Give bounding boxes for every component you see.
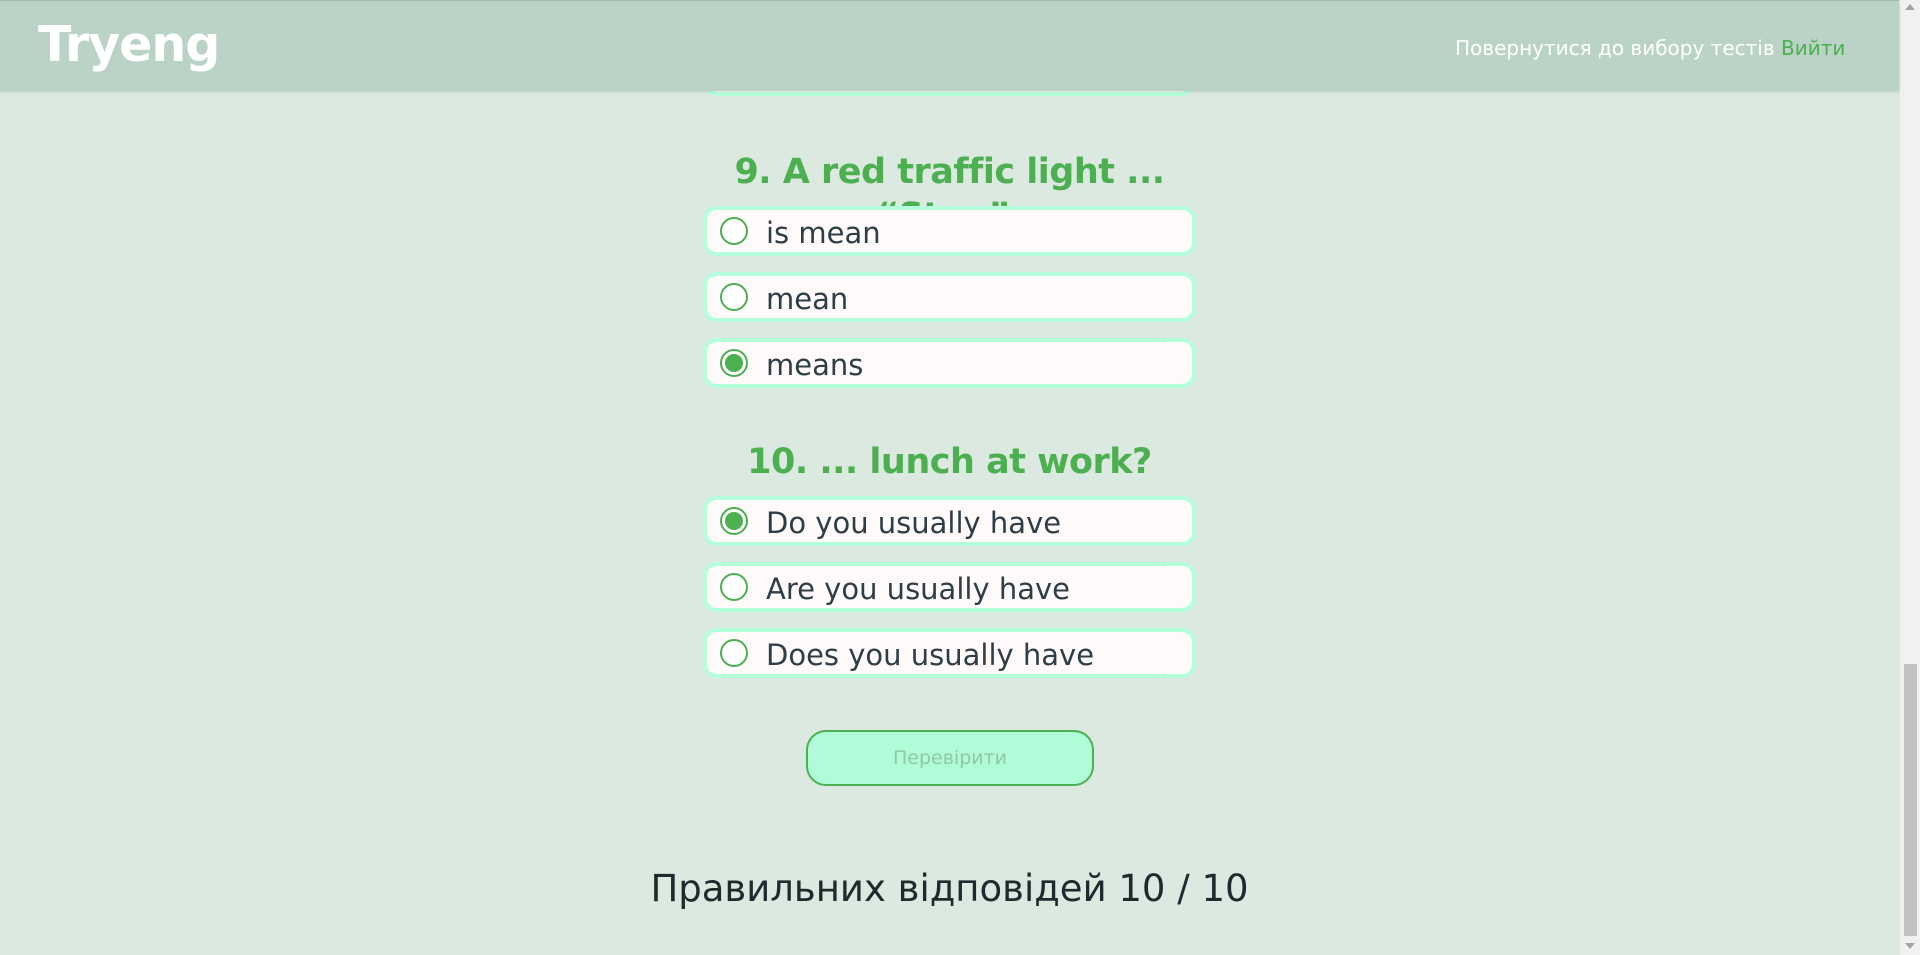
answer-option[interactable]: Does you usually have xyxy=(703,628,1196,678)
answer-option[interactable]: Do you usually have xyxy=(703,496,1196,546)
scroll-up-icon[interactable] xyxy=(1905,4,1915,10)
answer-label: is mean xyxy=(766,216,881,250)
answer-label: Do you usually have xyxy=(766,506,1062,540)
check-answers-button[interactable]: Перевірити xyxy=(806,730,1094,786)
question-title: 10. ... lunch at work? xyxy=(747,442,1152,482)
radio-button[interactable] xyxy=(720,283,748,311)
answer-option[interactable]: is mean xyxy=(703,206,1196,256)
radio-button-selected[interactable] xyxy=(720,507,748,535)
answer-label: Are you usually have xyxy=(766,572,1070,606)
result-score: Правильних відповідей 10 / 10 xyxy=(650,867,1249,910)
answer-label: mean xyxy=(766,282,849,316)
logout-link[interactable]: Вийти xyxy=(1781,35,1845,61)
radio-button[interactable] xyxy=(720,573,748,601)
answer-label: Does you usually have xyxy=(766,638,1095,672)
answer-option[interactable]: mean xyxy=(703,272,1196,322)
radio-button[interactable] xyxy=(720,217,748,245)
brand-logo[interactable]: Tryeng xyxy=(38,15,220,75)
scroll-thumb[interactable] xyxy=(1904,664,1917,936)
answer-option[interactable]: means xyxy=(703,338,1196,388)
answer-option[interactable]: Are you usually have xyxy=(703,562,1196,612)
page: Tryeng Повернутися до вибору тестів Вийт… xyxy=(0,0,1920,955)
answer-label: means xyxy=(766,348,864,382)
radio-button-selected[interactable] xyxy=(720,349,748,377)
top-navbar: Tryeng Повернутися до вибору тестів Вийт… xyxy=(0,0,1899,91)
back-to-tests-link[interactable]: Повернутися до вибору тестів xyxy=(1455,35,1775,61)
vertical-scrollbar[interactable] xyxy=(1899,0,1920,955)
radio-button[interactable] xyxy=(720,639,748,667)
scroll-down-icon[interactable] xyxy=(1905,943,1915,949)
